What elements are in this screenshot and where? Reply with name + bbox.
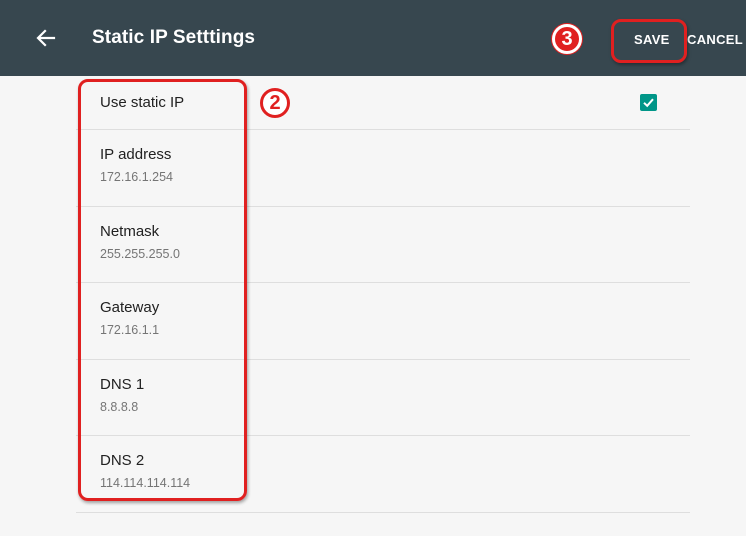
step-2-badge: 2 <box>260 88 290 118</box>
use-static-ip-checkbox[interactable] <box>640 94 657 111</box>
fields-highlight-box <box>78 79 247 501</box>
back-button[interactable] <box>30 22 62 54</box>
step-3-badge: 3 <box>552 24 582 54</box>
save-highlight-box <box>611 19 687 63</box>
checkmark-icon <box>643 98 654 108</box>
page-title: Static IP Setttings <box>92 27 256 48</box>
arrow-left-icon <box>36 29 56 47</box>
cancel-button[interactable]: CANCEL <box>687 32 743 47</box>
